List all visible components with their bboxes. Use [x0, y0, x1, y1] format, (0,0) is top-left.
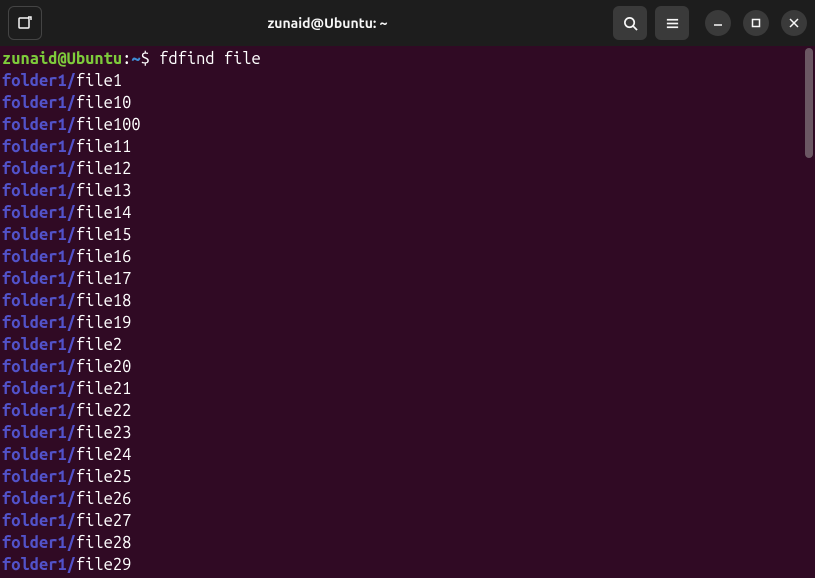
output-line: folder1/file22	[2, 400, 813, 422]
folder-name: folder1/	[2, 468, 76, 486]
folder-name: folder1/	[2, 402, 76, 420]
folder-name: folder1/	[2, 314, 76, 332]
output-line: folder1/file100	[2, 114, 813, 136]
folder-name: folder1/	[2, 380, 76, 398]
prompt-user-host: zunaid@Ubuntu	[2, 50, 122, 68]
folder-name: folder1/	[2, 160, 76, 178]
output-line: folder1/file1	[2, 70, 813, 92]
output-line: folder1/file29	[2, 554, 813, 576]
file-name: file17	[76, 270, 131, 288]
command-text: fdfind file	[159, 50, 261, 68]
file-name: file22	[76, 402, 131, 420]
hamburger-icon	[665, 16, 680, 31]
folder-name: folder1/	[2, 446, 76, 464]
close-button[interactable]	[781, 10, 807, 36]
output-line: folder1/file13	[2, 180, 813, 202]
folder-name: folder1/	[2, 424, 76, 442]
scrollbar-thumb[interactable]	[805, 48, 813, 158]
minimize-icon	[713, 18, 723, 28]
file-name: file29	[76, 556, 131, 574]
output-line: folder1/file20	[2, 356, 813, 378]
folder-name: folder1/	[2, 512, 76, 530]
output-line: folder1/file11	[2, 136, 813, 158]
output-line: folder1/file2	[2, 334, 813, 356]
minimize-button[interactable]	[705, 10, 731, 36]
prompt-separator: :	[122, 50, 131, 68]
output-line: folder1/file16	[2, 246, 813, 268]
folder-name: folder1/	[2, 270, 76, 288]
file-name: file14	[76, 204, 131, 222]
file-name: file100	[76, 116, 141, 134]
file-name: file23	[76, 424, 131, 442]
folder-name: folder1/	[2, 336, 76, 354]
output-line: folder1/file10	[2, 92, 813, 114]
titlebar: zunaid@Ubuntu: ~	[0, 0, 815, 46]
folder-name: folder1/	[2, 226, 76, 244]
output-line: folder1/file17	[2, 268, 813, 290]
output-line: folder1/file14	[2, 202, 813, 224]
window-controls	[705, 10, 807, 36]
prompt-path: ~	[131, 50, 140, 68]
output-line: folder1/file27	[2, 510, 813, 532]
terminal-area[interactable]: zunaid@Ubuntu:~$ fdfind file folder1/fil…	[0, 46, 815, 578]
prompt-line: zunaid@Ubuntu:~$ fdfind file	[2, 48, 813, 70]
folder-name: folder1/	[2, 182, 76, 200]
window-title: zunaid@Ubuntu: ~	[50, 15, 605, 31]
folder-name: folder1/	[2, 248, 76, 266]
search-icon	[623, 16, 638, 31]
file-name: file19	[76, 314, 131, 332]
file-name: file24	[76, 446, 131, 464]
file-name: file27	[76, 512, 131, 530]
file-name: file28	[76, 534, 131, 552]
file-name: file13	[76, 182, 131, 200]
file-name: file10	[76, 94, 131, 112]
folder-name: folder1/	[2, 138, 76, 156]
output-line: folder1/file25	[2, 466, 813, 488]
folder-name: folder1/	[2, 534, 76, 552]
folder-name: folder1/	[2, 204, 76, 222]
file-name: file21	[76, 380, 131, 398]
folder-name: folder1/	[2, 490, 76, 508]
output-line: folder1/file28	[2, 532, 813, 554]
file-name: file11	[76, 138, 131, 156]
output-line: folder1/file18	[2, 290, 813, 312]
output-line: folder1/file15	[2, 224, 813, 246]
folder-name: folder1/	[2, 358, 76, 376]
search-button[interactable]	[613, 6, 647, 40]
file-name: file25	[76, 468, 131, 486]
output-line: folder1/file26	[2, 488, 813, 510]
maximize-button[interactable]	[743, 10, 769, 36]
folder-name: folder1/	[2, 94, 76, 112]
output-line: folder1/file24	[2, 444, 813, 466]
output-line: folder1/file19	[2, 312, 813, 334]
file-name: file20	[76, 358, 131, 376]
close-icon	[789, 18, 799, 28]
file-name: file12	[76, 160, 131, 178]
folder-name: folder1/	[2, 292, 76, 310]
folder-name: folder1/	[2, 116, 76, 134]
new-tab-button[interactable]	[8, 6, 42, 40]
new-tab-icon	[17, 15, 33, 31]
prompt-dollar: $	[141, 50, 159, 68]
output-lines: folder1/file1folder1/file10folder1/file1…	[2, 70, 813, 576]
output-line: folder1/file23	[2, 422, 813, 444]
output-line: folder1/file21	[2, 378, 813, 400]
file-name: file26	[76, 490, 131, 508]
file-name: file1	[76, 72, 122, 90]
maximize-icon	[751, 18, 761, 28]
file-name: file15	[76, 226, 131, 244]
folder-name: folder1/	[2, 556, 76, 574]
menu-button[interactable]	[655, 6, 689, 40]
file-name: file2	[76, 336, 122, 354]
file-name: file16	[76, 248, 131, 266]
folder-name: folder1/	[2, 72, 76, 90]
output-line: folder1/file12	[2, 158, 813, 180]
file-name: file18	[76, 292, 131, 310]
